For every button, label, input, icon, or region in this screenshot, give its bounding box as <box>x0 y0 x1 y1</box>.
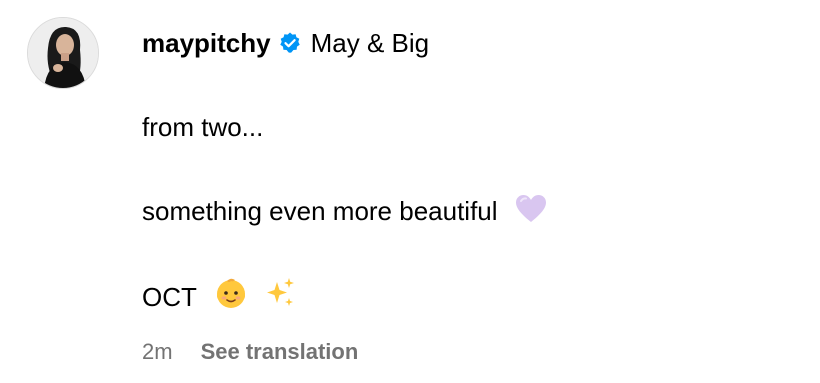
avatar[interactable] <box>27 17 99 89</box>
sparkles-icon <box>263 276 297 317</box>
baby-icon <box>214 276 248 317</box>
verified-badge-icon <box>278 31 302 55</box>
caption-line: OCT <box>142 276 297 317</box>
caption-header: maypitchy May & Big <box>142 27 782 59</box>
caption-text: OCT <box>142 282 197 312</box>
avatar-image <box>28 18 98 88</box>
caption-meta: 2m See translation <box>142 339 358 365</box>
caption-line: something even more beautiful <box>142 194 547 231</box>
caption-text: from two... <box>142 112 264 142</box>
display-name: May & Big <box>310 27 430 58</box>
caption-text: something even more beautiful <box>142 196 498 226</box>
timestamp[interactable]: 2m <box>142 339 173 365</box>
see-translation-button[interactable]: See translation <box>201 339 359 365</box>
username-link[interactable]: maypitchy <box>142 28 271 59</box>
caption-content: maypitchy May & Big from two... somethin… <box>142 27 782 364</box>
caption-line: from two... <box>142 111 263 143</box>
purple-heart-icon <box>515 194 547 231</box>
